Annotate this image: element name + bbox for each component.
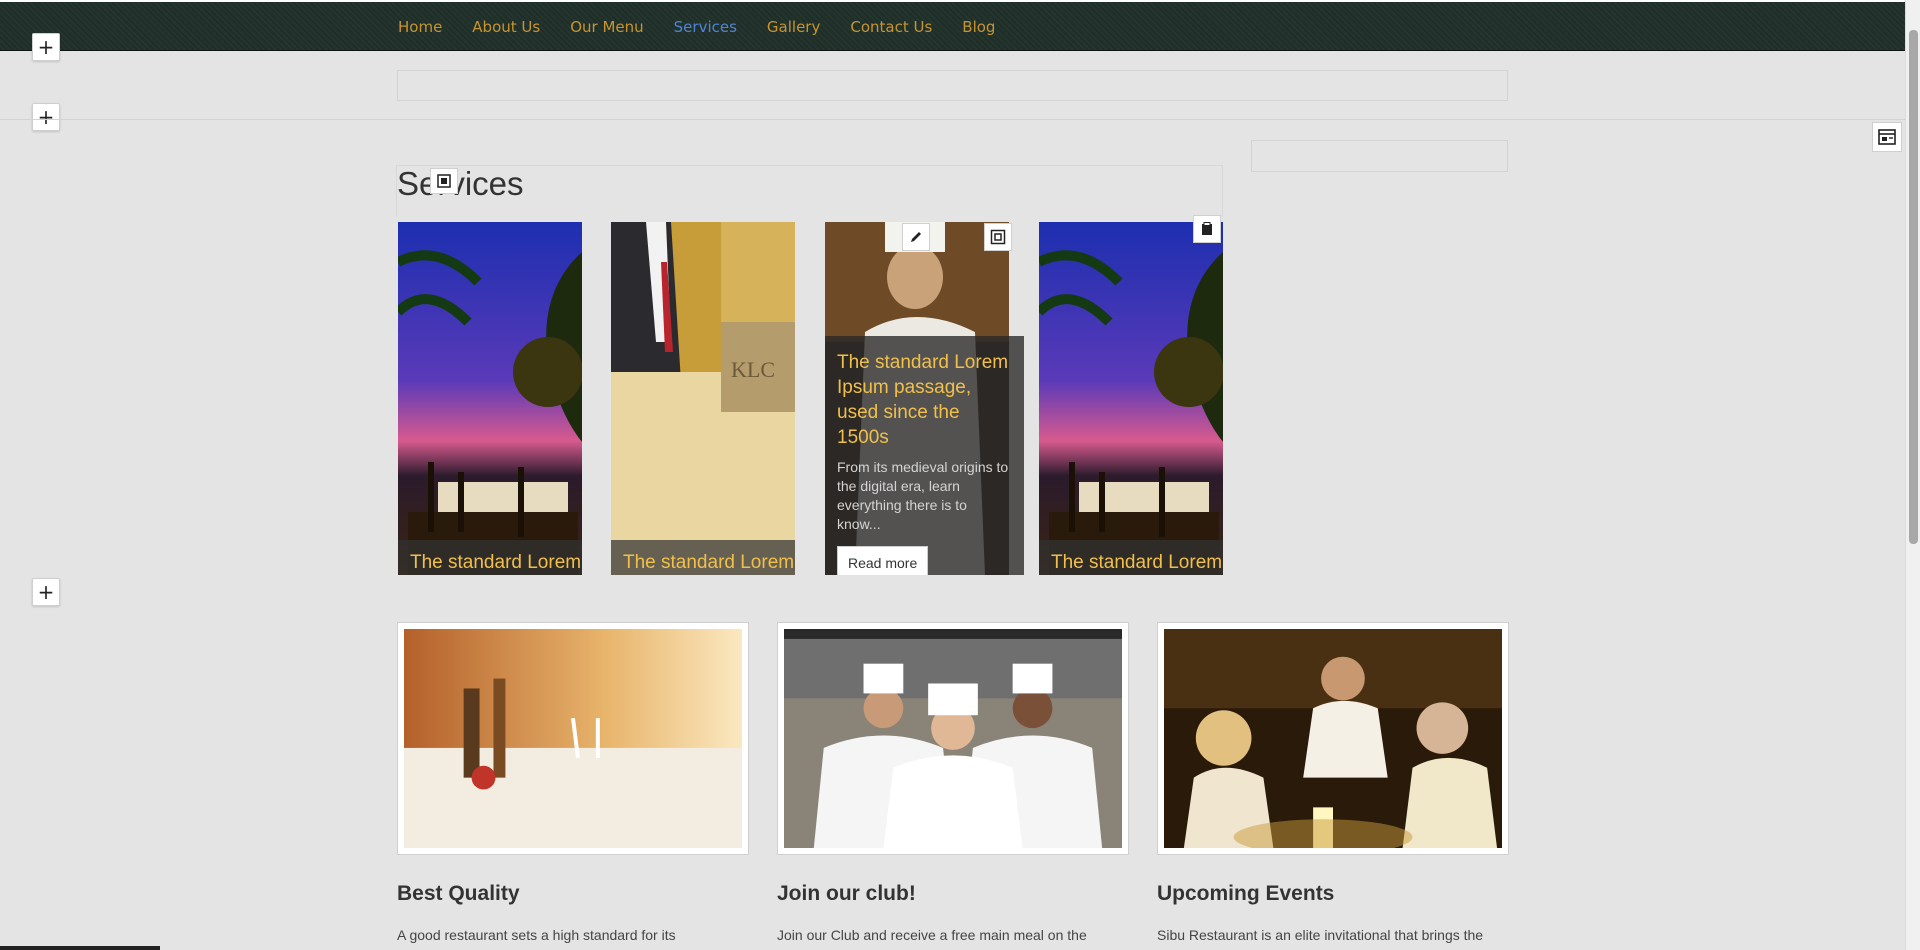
card-caption: The standard Lorem [611,540,795,575]
service-card[interactable]: The standard Lorem [398,222,582,575]
card-title: The standard Lorem Ipsum passage, used s… [837,352,1009,448]
feature-join-club: Join our club! Join our Club and receive… [777,622,1129,945]
dinner-guests-image [1164,629,1502,855]
sidebar-empty-widget [1251,140,1508,172]
nav-list: Home About Us Our Menu Services Gallery … [398,2,995,51]
pencil-icon[interactable] [902,223,930,251]
nav-item-blog[interactable]: Blog [962,18,995,36]
main-navbar: Home About Us Our Menu Services Gallery … [0,2,1905,51]
reception-desk-image: KLC [611,222,795,575]
feature-title: Best Quality [397,882,520,905]
service-card[interactable]: KLC The standard Lorem [611,222,795,575]
three-chefs-image [784,629,1122,848]
feature-title: Upcoming Events [1157,882,1335,905]
feature-text: Sibu Restaurant is an elite invitational… [1157,927,1484,943]
feature-best-quality: Best Quality A good restaurant sets a hi… [397,622,749,945]
nav-item-about-us[interactable]: About Us [472,18,540,36]
image-settings-icon[interactable] [984,223,1012,251]
service-card[interactable]: The standard Lorem [1039,222,1223,575]
nav-item-gallery[interactable]: Gallery [767,18,820,36]
add-section-button[interactable]: + [32,33,60,61]
svg-text:KLC: KLC [731,357,775,382]
feature-image-frame [1157,622,1509,855]
beach-restaurant-sunset-image [1039,222,1223,575]
read-more-button[interactable]: Read more [837,546,929,575]
block-settings-icon[interactable] [430,168,458,194]
nav-item-contact-us[interactable]: Contact Us [850,18,932,36]
feature-image-frame [397,622,749,855]
panel-toggle-icon[interactable] [1872,122,1902,152]
feature-text: A good restaurant sets a high standard f… [397,927,676,943]
clipboard-icon[interactable] [1193,215,1221,243]
table-setting-image [404,629,742,848]
add-section-button[interactable]: + [32,103,60,131]
feature-title: Join our club! [777,882,916,905]
nav-item-our-menu[interactable]: Our Menu [570,18,643,36]
vertical-scrollbar[interactable] [1905,0,1920,950]
scrollbar-thumb[interactable] [1909,30,1918,544]
feature-upcoming-events: Upcoming Events Sibu Restaurant is an el… [1157,622,1509,945]
card-caption: The standard Lorem [1039,540,1223,575]
card-caption: The standard Lorem [398,540,582,575]
feature-image-frame [777,622,1129,855]
service-card-active[interactable]: The standard Lorem Ipsum passage, used s… [825,222,1024,575]
bottom-status-bar [0,946,160,950]
nav-item-services[interactable]: Services [674,18,737,36]
feature-text: Join our Club and receive a free main me… [777,927,1087,943]
card-excerpt: From its medieval origins to the digital… [837,459,1009,532]
section-divider [0,119,1905,120]
beach-restaurant-sunset-image [398,222,582,575]
empty-container [397,70,1508,101]
nav-item-home[interactable]: Home [398,18,442,36]
services-heading: Services [397,165,524,202]
add-section-button[interactable]: + [32,578,60,606]
card-caption-expanded: The standard Lorem Ipsum passage, used s… [825,336,1024,575]
